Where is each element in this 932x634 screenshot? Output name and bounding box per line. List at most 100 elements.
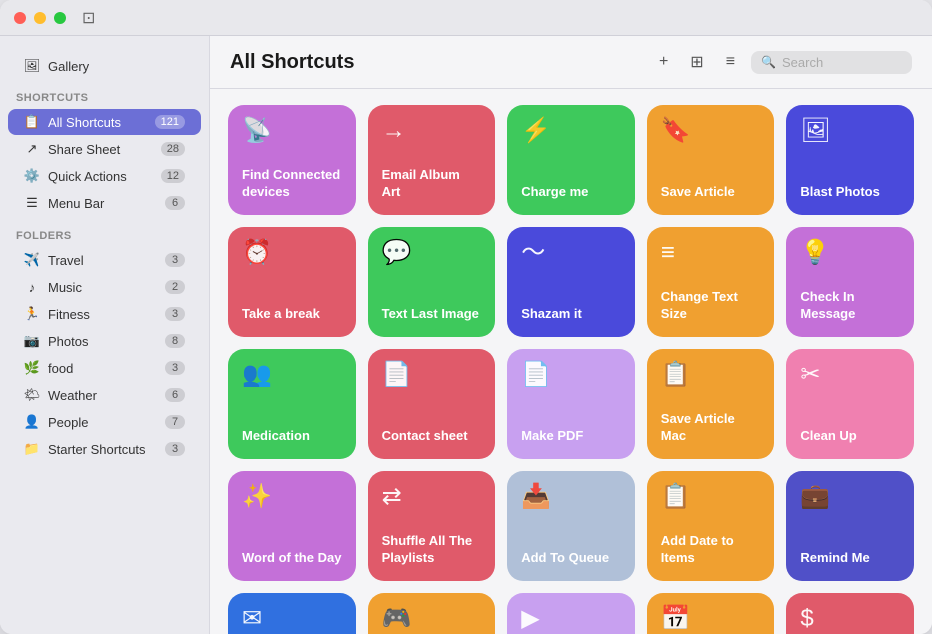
add-date-items-icon: 📋 [661, 485, 761, 509]
shortcut-card-blast-photos[interactable]: 🖼 Blast Photos [786, 105, 914, 215]
share-sheet-icon: ↗ [24, 141, 40, 157]
maximize-button[interactable] [54, 12, 66, 24]
weather-label: Weather [48, 388, 157, 403]
shortcut-card-save-article-mac[interactable]: 📋 Save Article Mac [647, 349, 775, 459]
email-myself-icon: ✉ [242, 607, 342, 631]
how-many-days-icon: 📅 [661, 607, 761, 631]
starter-icon: 📁 [24, 441, 40, 457]
sidebar-folder-people[interactable]: 👤 People 7 [8, 409, 201, 435]
blast-photos-label: Blast Photos [800, 184, 900, 201]
content-header: All Shortcuts + ⊞ ≡ 🔍 [210, 36, 932, 89]
sidebar-item-menu-bar[interactable]: ☰ Menu Bar 6 [8, 190, 201, 216]
sidebar-folders-list: ✈️ Travel 3 ♪ Music 2 🏃 Fitness 3 📷 Phot… [0, 247, 209, 462]
check-in-message-icon: 💡 [800, 241, 900, 265]
shortcut-card-add-to-queue[interactable]: 📥 Add To Queue [507, 471, 635, 581]
sidebar-folder-weather[interactable]: 🌤 Weather 6 [8, 382, 201, 408]
photos-icon: 📷 [24, 333, 40, 349]
music-badge: 2 [165, 280, 185, 294]
sidebar-item-all-shortcuts[interactable]: 📋 All Shortcuts 121 [8, 109, 201, 135]
shortcut-card-remind-me[interactable]: 💼 Remind Me [786, 471, 914, 581]
add-shortcut-button[interactable]: + [653, 49, 674, 75]
shortcut-card-add-date-items[interactable]: 📋 Add Date to Items [647, 471, 775, 581]
email-album-label: Email Album Art [382, 167, 482, 201]
search-input[interactable] [782, 55, 902, 70]
shortcut-card-contact-sheet[interactable]: 📄 Contact sheet [368, 349, 496, 459]
sort-lines-icon: ▶ [521, 607, 621, 631]
share-sheet-badge: 28 [161, 142, 185, 156]
menu-bar-icon: ☰ [24, 195, 40, 211]
shortcut-card-how-many-days[interactable]: 📅 How Many Days Until [647, 593, 775, 634]
people-badge: 7 [165, 415, 185, 429]
all-shortcuts-icon: 📋 [24, 114, 40, 130]
fitness-icon: 🏃 [24, 306, 40, 322]
shortcut-card-take-break[interactable]: ⏰ Take a break [228, 227, 356, 337]
shortcut-card-check-in-message[interactable]: 💡 Check In Message [786, 227, 914, 337]
shortcut-card-email-myself[interactable]: ✉ Email Myself [228, 593, 356, 634]
shortcut-card-medication[interactable]: 👥 Medication [228, 349, 356, 459]
sidebar-folder-photos[interactable]: 📷 Photos 8 [8, 328, 201, 354]
add-to-queue-icon: 📥 [521, 485, 621, 509]
search-icon: 🔍 [761, 55, 776, 69]
shortcut-card-word-of-day[interactable]: ✨ Word of the Day [228, 471, 356, 581]
sidebar-item-share-sheet[interactable]: ↗ Share Sheet 28 [8, 136, 201, 162]
shortcut-card-find-connected[interactable]: 📡 Find Connected devices [228, 105, 356, 215]
sidebar-folder-fitness[interactable]: 🏃 Fitness 3 [8, 301, 201, 327]
food-badge: 3 [165, 361, 185, 375]
save-article-mac-icon: 📋 [661, 363, 761, 387]
shortcut-card-change-text-size[interactable]: ≡ Change Text Size [647, 227, 775, 337]
text-last-image-label: Text Last Image [382, 306, 482, 323]
sidebar-folder-food[interactable]: 🌿 food 3 [8, 355, 201, 381]
find-connected-label: Find Connected devices [242, 167, 342, 201]
contact-sheet-label: Contact sheet [382, 428, 482, 445]
starter-badge: 3 [165, 442, 185, 456]
add-to-queue-label: Add To Queue [521, 550, 621, 567]
sidebar-folder-starter[interactable]: 📁 Starter Shortcuts 3 [8, 436, 201, 462]
shortcut-card-save-article[interactable]: 🔖 Save Article [647, 105, 775, 215]
take-break-icon: ⏰ [242, 241, 342, 265]
shortcut-card-sort-lines[interactable]: ▶ Sort Lines [507, 593, 635, 634]
shortcut-card-shazam-it[interactable]: 〜 Shazam it [507, 227, 635, 337]
quick-actions-icon: ⚙️ [24, 168, 40, 184]
folders-section-label: Folders [0, 226, 209, 246]
word-of-day-icon: ✨ [242, 485, 342, 509]
change-text-size-label: Change Text Size [661, 289, 761, 323]
fitness-badge: 3 [165, 307, 185, 321]
music-label: Music [48, 280, 157, 295]
shortcut-card-clean-up[interactable]: ✂ Clean Up [786, 349, 914, 459]
shuffle-playlists-icon: ⇄ [382, 485, 482, 509]
shortcut-card-make-pdf[interactable]: 📄 Make PDF [507, 349, 635, 459]
close-button[interactable] [14, 12, 26, 24]
sidebar-item-gallery[interactable]: 🖼 Gallery [8, 52, 201, 80]
clean-up-icon: ✂ [800, 363, 900, 387]
minimize-button[interactable] [34, 12, 46, 24]
list-view-button[interactable]: ≡ [720, 49, 741, 75]
food-icon: 🌿 [24, 360, 40, 376]
save-article-label: Save Article [661, 184, 761, 201]
contact-sheet-icon: 📄 [382, 363, 482, 387]
shuffle-playlists-label: Shuffle All The Playlists [382, 533, 482, 567]
sidebar-folder-music[interactable]: ♪ Music 2 [8, 274, 201, 300]
shortcut-card-shuffle-playlists[interactable]: ⇄ Shuffle All The Playlists [368, 471, 496, 581]
sidebar-toggle-button[interactable]: ⊡ [82, 8, 95, 28]
search-box: 🔍 [751, 51, 912, 74]
folders-section: Folders ✈️ Travel 3 ♪ Music 2 🏃 Fitness … [0, 226, 209, 462]
titlebar: ⊡ [0, 0, 932, 36]
check-in-message-label: Check In Message [800, 289, 900, 323]
shortcuts-section-label: Shortcuts [0, 88, 209, 108]
shortcut-card-charge-me[interactable]: ⚡ Charge me [507, 105, 635, 215]
weather-icon: 🌤 [24, 387, 40, 403]
sidebar-folder-travel[interactable]: ✈️ Travel 3 [8, 247, 201, 273]
shortcut-card-email-album[interactable]: → Email Album Art [368, 105, 496, 215]
email-album-icon: → [382, 119, 482, 143]
menu-bar-badge: 6 [165, 196, 185, 210]
save-article-mac-label: Save Article Mac [661, 411, 761, 445]
sidebar-item-quick-actions[interactable]: ⚙️ Quick Actions 12 [8, 163, 201, 189]
photos-label: Photos [48, 334, 157, 349]
shortcut-card-text-last-image[interactable]: 💬 Text Last Image [368, 227, 496, 337]
gas-on-street-icon: 🎮 [382, 607, 482, 631]
remind-me-label: Remind Me [800, 550, 900, 567]
shortcut-card-calculate-tip[interactable]: $ Calculate Tip [786, 593, 914, 634]
grid-view-button[interactable]: ⊞ [684, 48, 709, 76]
calculate-tip-icon: $ [800, 607, 900, 631]
shortcut-card-gas-on-street[interactable]: 🎮 Gas On This Street [368, 593, 496, 634]
